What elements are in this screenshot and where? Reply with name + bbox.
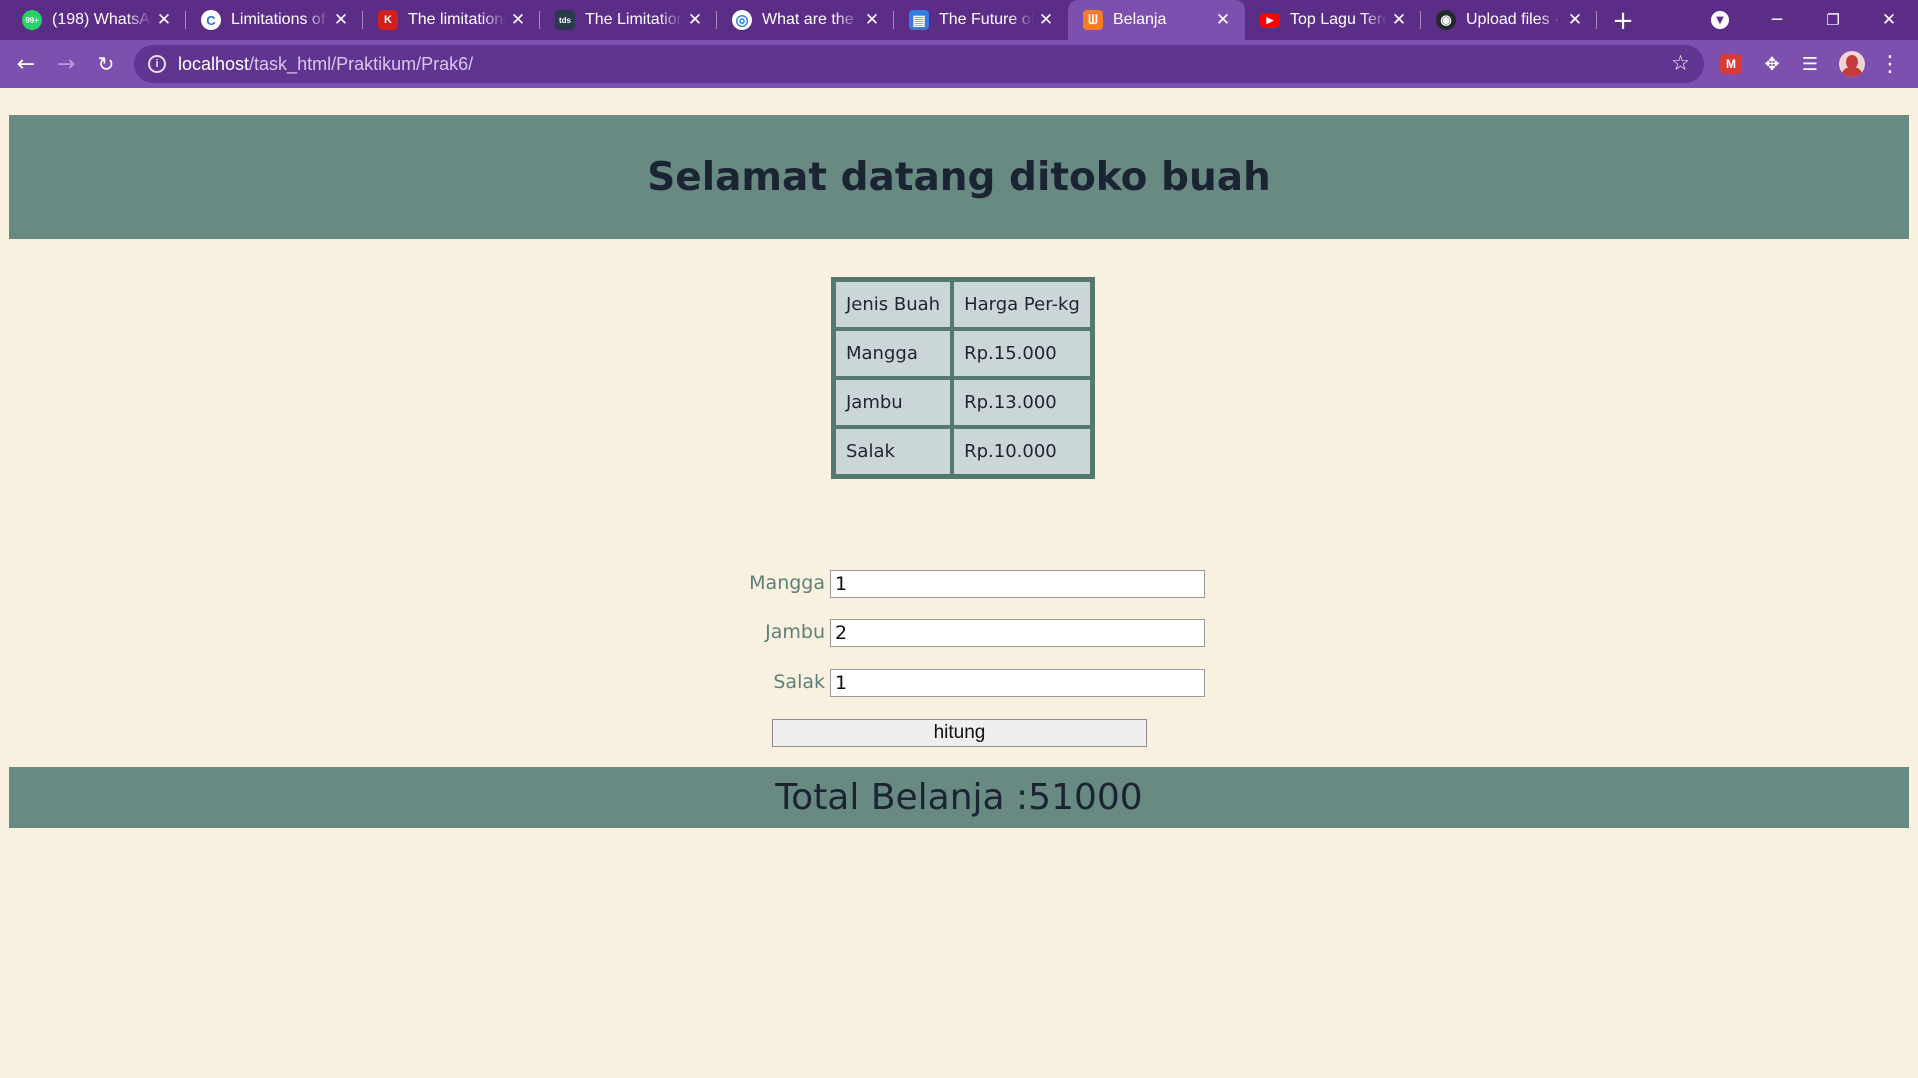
tab-limitations-c[interactable]: C Limitations of ✕ [186,0,363,40]
doc-logo-icon: ▤ [909,10,929,30]
media-playlist-icon[interactable]: ☰ [1798,52,1822,76]
c-logo-icon: C [201,10,221,30]
table-header-row: Jenis Buah Harga Per-kg [834,280,1092,329]
xampp-icon: ᗯ [1083,10,1103,30]
url-text[interactable]: localhost/task_html/Praktikum/Prak6/ [178,54,473,75]
page-header: Selamat datang ditoko buah [9,115,1909,239]
tab-what-are-the[interactable]: ◎ What are the l ✕ [717,0,894,40]
tab-top-lagu[interactable]: ▶ Top Lagu Terer ✕ [1245,0,1421,40]
menu-kebab-icon[interactable]: ⋮ [1879,52,1901,77]
table-cell-fruit: Salak [834,427,953,476]
table-row: Salak Rp.10.000 [834,427,1092,476]
page-title: Selamat datang ditoko buah [647,154,1271,200]
close-icon[interactable]: ✕ [1034,8,1058,32]
address-bar[interactable]: i localhost/task_html/Praktikum/Prak6/ ☆ [134,45,1704,83]
tab-title: Limitations of [231,11,326,28]
salak-label: Salak [773,671,825,693]
tab-title: The Limitations [585,11,683,28]
k-logo-icon: K [378,10,398,30]
extensions-puzzle-icon[interactable]: ✥ [1760,52,1784,76]
avatar-body [1842,67,1862,77]
table-cell-price: Rp.10.000 [952,427,1092,476]
tab-search-button[interactable]: ▼ [1708,8,1732,32]
close-icon[interactable]: ✕ [506,8,530,32]
mangga-label: Mangga [749,572,825,594]
url-path: /task_html/Praktikum/Prak6/ [249,54,474,74]
tab-upload-files[interactable]: ◉ Upload files · s ✕ [1421,0,1597,40]
forward-arrow-icon[interactable]: → [50,48,82,80]
table-cell-price: Rp.13.000 [952,378,1092,427]
tab-title: Top Lagu Terer [1290,11,1387,28]
mangga-quantity-input[interactable] [830,570,1205,598]
github-icon: ◉ [1436,10,1456,30]
tab-title: The limitations [408,11,506,28]
tab-limitations-k[interactable]: K The limitations ✕ [363,0,540,40]
table-cell-price: Rp.15.000 [952,329,1092,378]
reload-icon[interactable]: ↻ [90,48,122,80]
bookmark-star-icon[interactable]: ☆ [1671,51,1690,75]
youtube-icon: ▶ [1260,12,1280,28]
window-close-icon[interactable]: ✕ [1861,0,1917,40]
profile-avatar[interactable] [1839,51,1865,77]
site-info-icon[interactable]: i [148,55,166,73]
hitung-button[interactable]: hitung [772,719,1147,747]
extension-mendeley-icon[interactable]: M [1720,54,1742,74]
url-host: localhost [178,54,250,74]
total-belanja-band: Total Belanja :51000 [9,767,1909,828]
tab-title: The Future of A [939,11,1034,28]
column-header-harga: Harga Per-kg [952,280,1092,329]
table-cell-fruit: Mangga [834,329,953,378]
whatsapp-icon: 99+ [22,10,42,30]
restore-icon[interactable]: ❐ [1805,0,1861,40]
jambu-label: Jambu [765,621,825,643]
close-icon[interactable]: ✕ [1563,8,1587,32]
browser-toolbar: ← → ↻ i localhost/task_html/Praktikum/Pr… [0,40,1918,88]
browser-tabstrip: 99+ (198) WhatsApp ✕ C Limitations of ✕ … [0,0,1918,40]
close-icon[interactable]: ✕ [329,8,353,32]
tab-whatsapp[interactable]: 99+ (198) WhatsApp ✕ [0,0,186,40]
close-icon[interactable]: ✕ [1387,8,1411,32]
close-icon[interactable]: ✕ [683,8,707,32]
minimize-icon[interactable]: ─ [1749,0,1805,40]
close-icon[interactable]: ✕ [152,8,176,32]
table-cell-fruit: Jambu [834,378,953,427]
chevron-down-icon: ▼ [1711,11,1729,29]
form-row-salak: Salak [0,669,1918,699]
new-tab-plus-icon[interactable]: + [1608,6,1638,36]
total-belanja-text: Total Belanja :51000 [775,777,1143,818]
tab-title: What are the l [762,11,860,28]
column-header-jenis-buah: Jenis Buah [834,280,953,329]
tab-title: Belanja [1113,11,1167,28]
tab-title: (198) WhatsApp [52,11,152,28]
back-arrow-icon[interactable]: ← [10,48,42,80]
fruit-price-table: Jenis Buah Harga Per-kg Mangga Rp.15.000… [831,277,1095,479]
tab-title: Upload files · s [1466,11,1563,28]
jambu-quantity-input[interactable] [830,619,1205,647]
tab-belanja[interactable]: ᗯ Belanja ✕ [1068,0,1245,40]
tab-separator [1596,11,1597,29]
table-row: Mangga Rp.15.000 [834,329,1092,378]
tab-future-of[interactable]: ▤ The Future of A ✕ [894,0,1068,40]
ring-logo-icon: ◎ [732,10,752,30]
close-icon[interactable]: ✕ [1211,8,1235,32]
tds-logo-icon: tds [555,10,575,30]
form-row-jambu: Jambu [0,619,1918,649]
close-icon[interactable]: ✕ [860,8,884,32]
salak-quantity-input[interactable] [830,669,1205,697]
tab-limitations-tds[interactable]: tds The Limitations ✕ [540,0,717,40]
table-row: Jambu Rp.13.000 [834,378,1092,427]
form-row-mangga: Mangga [0,570,1918,600]
